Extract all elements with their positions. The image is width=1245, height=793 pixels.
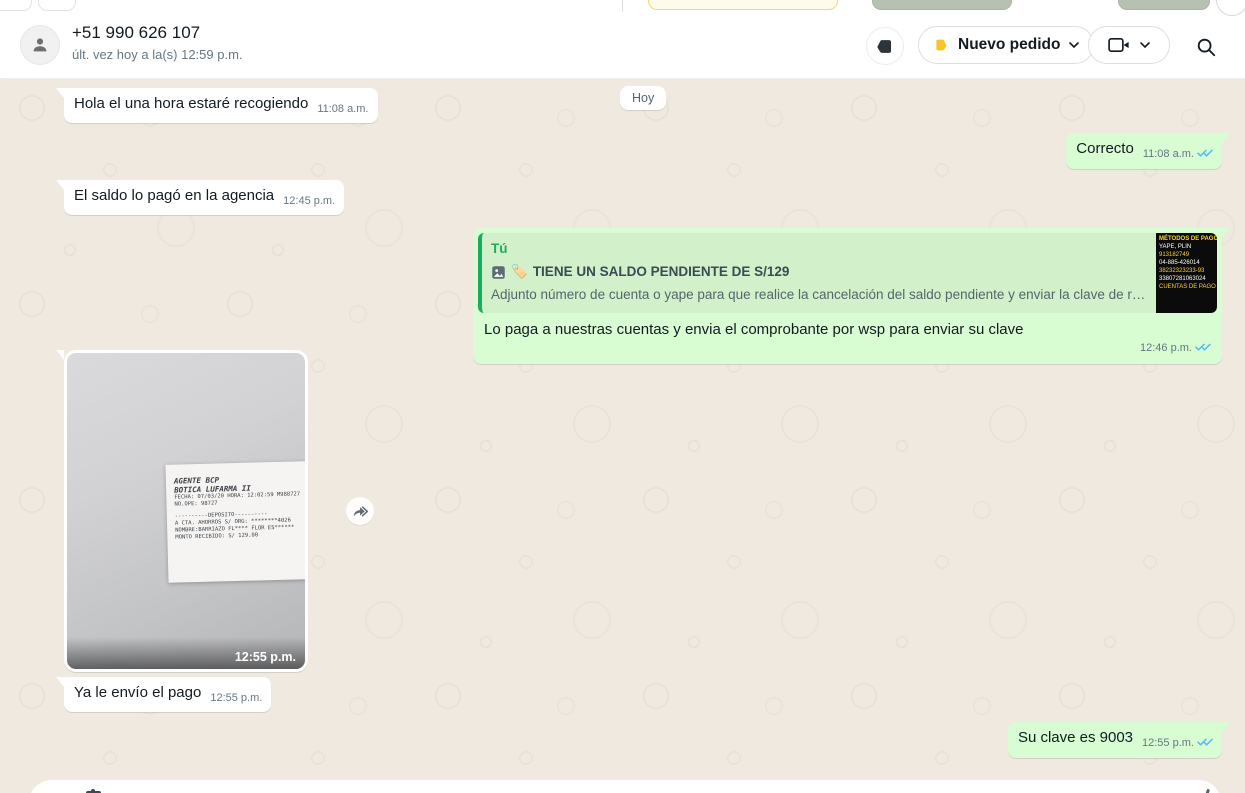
message-bubble-outgoing-with-quote[interactable]: Tú 🏷️ TIENE UN SALDO PENDIENTE DE S/129 … <box>473 228 1222 364</box>
new-order-label: Nuevo pedido <box>958 36 1060 54</box>
message-time: 12:55 p.m. <box>210 688 262 708</box>
video-camera-icon <box>1108 37 1130 53</box>
quote-title: TIENE UN SALDO PENDIENTE DE S/129 <box>533 262 790 282</box>
quote-thumbnail-image: MÉTODOS DE PAGO YAPE, PLIN 913182749 04-… <box>1156 233 1217 313</box>
contact-name[interactable]: +51 990 626 107 <box>72 23 200 43</box>
read-receipt-icon <box>1197 734 1213 754</box>
date-divider: Hoy <box>620 86 666 110</box>
message-time: 12:55 p.m. <box>235 650 296 664</box>
forward-icon <box>352 504 369 518</box>
quote-author: Tú <box>491 239 1147 259</box>
cutoff-pill[interactable] <box>0 0 32 11</box>
divider <box>622 0 623 12</box>
thumbnail-line: YAPE, PLIN <box>1159 243 1214 251</box>
cutoff-pill[interactable] <box>38 0 76 11</box>
label-button[interactable] <box>866 27 904 65</box>
tag-emoji: 🏷️ <box>511 262 528 282</box>
photo-icon <box>491 265 506 280</box>
chevron-down-icon <box>1140 42 1150 48</box>
forward-button[interactable] <box>346 497 374 525</box>
message-time: 12:45 p.m. <box>283 191 335 211</box>
read-receipt-icon <box>1197 145 1213 165</box>
message-time: 12:46 p.m. <box>1140 338 1211 359</box>
whatsapp-chat-window: +51 990 626 107 últ. vez hoy a la(s) 12:… <box>0 0 1245 793</box>
quote-snippet: Adjunto número de cuenta o yape para que… <box>491 285 1147 305</box>
quoted-message[interactable]: Tú 🏷️ TIENE UN SALDO PENDIENTE DE S/129 … <box>478 233 1217 313</box>
new-order-dropdown[interactable]: Nuevo pedido <box>918 26 1094 64</box>
receipt-photo[interactable]: AGENTE BCP BOTICA LUFARMA II FECHA: 07/0… <box>67 353 305 669</box>
attach-plus-icon[interactable] <box>91 789 95 793</box>
search-button[interactable] <box>1192 33 1220 61</box>
message-text: El saldo lo pagó en la agencia <box>74 187 274 204</box>
message-text: Su clave es 9003 <box>1018 729 1133 746</box>
chevron-down-icon <box>1069 42 1079 48</box>
label-icon <box>876 37 895 56</box>
cutoff-pill-green[interactable] <box>1118 0 1210 10</box>
message-bubble-outgoing[interactable]: Correcto 11:08 a.m. <box>1066 133 1222 169</box>
read-receipt-icon <box>1195 339 1211 359</box>
cutoff-pill-green[interactable] <box>872 0 1012 10</box>
receipt-paper: AGENTE BCP BOTICA LUFARMA II FECHA: 07/0… <box>165 461 305 583</box>
thumbnail-title: MÉTODOS DE PAGO <box>1159 235 1214 243</box>
message-time: 12:55 p.m. <box>1142 733 1213 754</box>
order-tag-icon <box>933 37 949 53</box>
thumbnail-line: 04-885-426014 <box>1159 259 1214 267</box>
thumbnail-line: 38232323233-93 <box>1159 267 1214 275</box>
mic-icon[interactable] <box>1205 789 1210 793</box>
message-text: Correcto <box>1076 140 1134 157</box>
message-text: Ya le envío el pago <box>74 684 201 701</box>
message-composer[interactable] <box>28 779 1222 793</box>
message-image-incoming[interactable]: AGENTE BCP BOTICA LUFARMA II FECHA: 07/0… <box>64 350 308 672</box>
video-call-dropdown[interactable] <box>1088 26 1170 64</box>
thumbnail-line: 33807281063024 <box>1159 275 1214 283</box>
message-bubble-outgoing[interactable]: Su clave es 9003 12:55 p.m. <box>1008 722 1222 758</box>
search-icon <box>1195 36 1217 58</box>
message-text: Hola el una hora estaré recogiendo <box>74 95 308 112</box>
message-bubble-incoming[interactable]: Hola el una hora estaré recogiendo 11:08 … <box>64 88 378 123</box>
chat-header: +51 990 626 107 últ. vez hoy a la(s) 12:… <box>8 11 1245 79</box>
person-icon <box>29 34 51 56</box>
top-cutoff-strip <box>0 0 1245 12</box>
contact-last-seen: últ. vez hoy a la(s) 12:59 p.m. <box>72 47 243 62</box>
message-text: Lo paga a nuestras cuentas y envia el co… <box>478 313 1217 340</box>
avatar[interactable] <box>20 25 60 65</box>
thumbnail-line: CUENTAS DE PAGO <box>1159 283 1214 291</box>
message-bubble-incoming[interactable]: Ya le envío el pago 12:55 p.m. <box>64 677 271 712</box>
message-time: 11:08 a.m. <box>1143 144 1213 165</box>
message-time: 11:08 a.m. <box>317 99 368 119</box>
message-bubble-incoming[interactable]: El saldo lo pagó en la agencia 12:45 p.m. <box>64 180 344 215</box>
thumbnail-line: 913182749 <box>1159 251 1214 259</box>
quote-title-row: 🏷️ TIENE UN SALDO PENDIENTE DE S/129 <box>491 262 1147 282</box>
cutoff-pill-yellow[interactable] <box>648 0 838 10</box>
